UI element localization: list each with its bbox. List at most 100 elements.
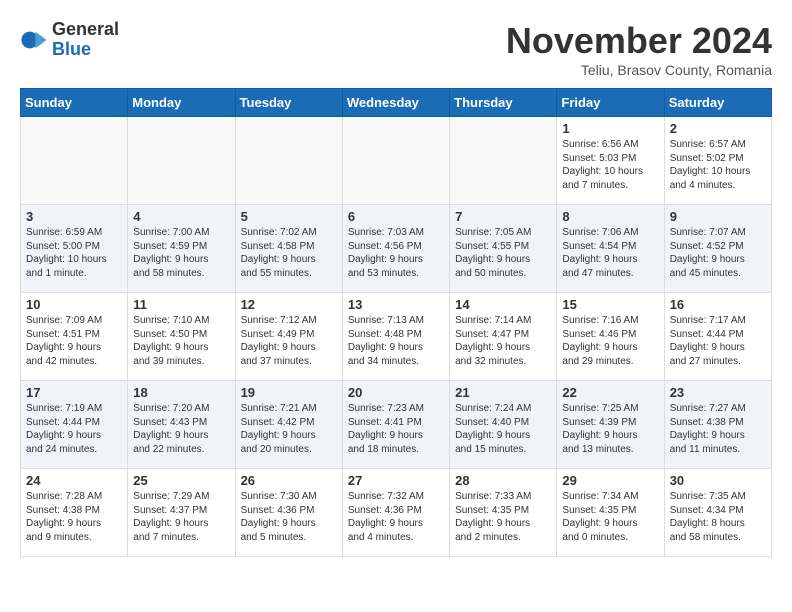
calendar-cell: 14Sunrise: 7:14 AM Sunset: 4:47 PM Dayli…	[450, 293, 557, 381]
calendar-cell: 18 Sunrise: 7:20 AM Sunset: 4:43 PM Dayli…	[128, 381, 235, 469]
logo-icon	[20, 26, 48, 54]
day-info: Sunrise: 7:00 AM Sunset: 4:59 PM Dayligh…	[133, 226, 229, 280]
calendar-cell: 9 Sunrise: 7:07 AM Sunset: 4:52 PM Daylig…	[664, 205, 771, 293]
day-info: Sunrise: 6:59 AM Sunset: 5:00 PM Dayligh…	[26, 226, 122, 280]
calendar-row: 17Sunrise: 7:19 AM Sunset: 4:44 PM Dayli…	[21, 381, 772, 469]
location-text: Teliu, Brasov County, Romania	[506, 62, 772, 78]
calendar-cell: 28Sunrise: 7:33 AM Sunset: 4:35 PM Dayli…	[450, 469, 557, 557]
calendar-cell: 6 Sunrise: 7:03 AM Sunset: 4:56 PM Daylig…	[342, 205, 449, 293]
day-info: Sunrise: 7:16 AM Sunset: 4:46 PM Dayligh…	[562, 314, 658, 368]
day-info: Sunrise: 7:13 AM Sunset: 4:48 PM Dayligh…	[348, 314, 444, 368]
day-number: 23	[670, 385, 766, 400]
day-info: Sunrise: 7:23 AM Sunset: 4:41 PM Dayligh…	[348, 402, 444, 456]
day-number: 28	[455, 473, 551, 488]
day-number: 18	[133, 385, 229, 400]
day-info: Sunrise: 7:35 AM Sunset: 4:34 PM Dayligh…	[670, 490, 766, 544]
day-number: 6	[348, 209, 444, 224]
calendar-cell: 17Sunrise: 7:19 AM Sunset: 4:44 PM Dayli…	[21, 381, 128, 469]
day-info: Sunrise: 7:14 AM Sunset: 4:47 PM Dayligh…	[455, 314, 551, 368]
calendar-row: 10 Sunrise: 7:09 AM Sunset: 4:51 PM Dayli…	[21, 293, 772, 381]
calendar-weekday-header: Saturday	[664, 89, 771, 117]
day-number: 30	[670, 473, 766, 488]
calendar-row: 1 Sunrise: 6:56 AM Sunset: 5:03 PM Daylig…	[21, 117, 772, 205]
day-number: 20	[348, 385, 444, 400]
calendar-cell: 25Sunrise: 7:29 AM Sunset: 4:37 PM Dayli…	[128, 469, 235, 557]
day-info: Sunrise: 7:34 AM Sunset: 4:35 PM Dayligh…	[562, 490, 658, 544]
day-info: Sunrise: 7:07 AM Sunset: 4:52 PM Dayligh…	[670, 226, 766, 280]
calendar-cell: 24 Sunrise: 7:28 AM Sunset: 4:38 PM Dayli…	[21, 469, 128, 557]
calendar-weekday-header: Sunday	[21, 89, 128, 117]
calendar-cell	[235, 117, 342, 205]
day-info: Sunrise: 7:03 AM Sunset: 4:56 PM Dayligh…	[348, 226, 444, 280]
day-number: 27	[348, 473, 444, 488]
day-number: 24	[26, 473, 122, 488]
day-number: 17	[26, 385, 122, 400]
day-info: Sunrise: 6:56 AM Sunset: 5:03 PM Dayligh…	[562, 138, 658, 192]
day-info: Sunrise: 7:05 AM Sunset: 4:55 PM Dayligh…	[455, 226, 551, 280]
day-number: 1	[562, 121, 658, 136]
day-info: Sunrise: 7:20 AM Sunset: 4:43 PM Dayligh…	[133, 402, 229, 456]
day-number: 13	[348, 297, 444, 312]
calendar-cell: 15 Sunrise: 7:16 AM Sunset: 4:46 PM Dayli…	[557, 293, 664, 381]
day-info: Sunrise: 7:10 AM Sunset: 4:50 PM Dayligh…	[133, 314, 229, 368]
day-info: Sunrise: 7:24 AM Sunset: 4:40 PM Dayligh…	[455, 402, 551, 456]
calendar-cell	[128, 117, 235, 205]
calendar-cell: 8Sunrise: 7:06 AM Sunset: 4:54 PM Daylig…	[557, 205, 664, 293]
logo-general-text: General	[52, 20, 119, 40]
day-number: 8	[562, 209, 658, 224]
calendar-cell: 16Sunrise: 7:17 AM Sunset: 4:44 PM Dayli…	[664, 293, 771, 381]
calendar-weekday-header: Friday	[557, 89, 664, 117]
day-info: Sunrise: 7:28 AM Sunset: 4:38 PM Dayligh…	[26, 490, 122, 544]
day-number: 29	[562, 473, 658, 488]
calendar-row: 24 Sunrise: 7:28 AM Sunset: 4:38 PM Dayli…	[21, 469, 772, 557]
logo-text: General Blue	[52, 20, 119, 60]
calendar-cell: 3 Sunrise: 6:59 AM Sunset: 5:00 PM Daylig…	[21, 205, 128, 293]
calendar-cell: 29 Sunrise: 7:34 AM Sunset: 4:35 PM Dayli…	[557, 469, 664, 557]
calendar-cell: 19 Sunrise: 7:21 AM Sunset: 4:42 PM Dayli…	[235, 381, 342, 469]
day-info: Sunrise: 7:09 AM Sunset: 4:51 PM Dayligh…	[26, 314, 122, 368]
calendar-table: SundayMondayTuesdayWednesdayThursdayFrid…	[20, 88, 772, 557]
calendar-row: 3 Sunrise: 6:59 AM Sunset: 5:00 PM Daylig…	[21, 205, 772, 293]
title-section: November 2024 Teliu, Brasov County, Roma…	[506, 20, 772, 78]
calendar-cell: 27 Sunrise: 7:32 AM Sunset: 4:36 PM Dayli…	[342, 469, 449, 557]
calendar-cell: 2Sunrise: 6:57 AM Sunset: 5:02 PM Daylig…	[664, 117, 771, 205]
calendar-weekday-header: Thursday	[450, 89, 557, 117]
calendar-cell: 7 Sunrise: 7:05 AM Sunset: 4:55 PM Daylig…	[450, 205, 557, 293]
calendar-cell: 5 Sunrise: 7:02 AM Sunset: 4:58 PM Daylig…	[235, 205, 342, 293]
day-number: 26	[241, 473, 337, 488]
day-number: 11	[133, 297, 229, 312]
calendar-cell	[450, 117, 557, 205]
calendar-cell	[21, 117, 128, 205]
calendar-cell: 4 Sunrise: 7:00 AM Sunset: 4:59 PM Daylig…	[128, 205, 235, 293]
day-number: 19	[241, 385, 337, 400]
calendar-cell: 13 Sunrise: 7:13 AM Sunset: 4:48 PM Dayli…	[342, 293, 449, 381]
calendar-weekday-header: Monday	[128, 89, 235, 117]
logo-blue-text: Blue	[52, 40, 119, 60]
day-info: Sunrise: 7:32 AM Sunset: 4:36 PM Dayligh…	[348, 490, 444, 544]
calendar-cell: 10 Sunrise: 7:09 AM Sunset: 4:51 PM Dayli…	[21, 293, 128, 381]
day-number: 5	[241, 209, 337, 224]
calendar-cell: 22Sunrise: 7:25 AM Sunset: 4:39 PM Dayli…	[557, 381, 664, 469]
calendar-cell: 1 Sunrise: 6:56 AM Sunset: 5:03 PM Daylig…	[557, 117, 664, 205]
day-info: Sunrise: 7:29 AM Sunset: 4:37 PM Dayligh…	[133, 490, 229, 544]
day-number: 7	[455, 209, 551, 224]
day-info: Sunrise: 7:12 AM Sunset: 4:49 PM Dayligh…	[241, 314, 337, 368]
calendar-cell: 30 Sunrise: 7:35 AM Sunset: 4:34 PM Dayli…	[664, 469, 771, 557]
calendar-header-row: SundayMondayTuesdayWednesdayThursdayFrid…	[21, 89, 772, 117]
calendar-cell: 20 Sunrise: 7:23 AM Sunset: 4:41 PM Dayli…	[342, 381, 449, 469]
calendar-weekday-header: Wednesday	[342, 89, 449, 117]
month-title: November 2024	[506, 20, 772, 62]
day-number: 16	[670, 297, 766, 312]
day-number: 3	[26, 209, 122, 224]
day-number: 9	[670, 209, 766, 224]
calendar-cell: 23Sunrise: 7:27 AM Sunset: 4:38 PM Dayli…	[664, 381, 771, 469]
day-info: Sunrise: 7:02 AM Sunset: 4:58 PM Dayligh…	[241, 226, 337, 280]
calendar-weekday-header: Tuesday	[235, 89, 342, 117]
day-number: 15	[562, 297, 658, 312]
calendar-cell	[342, 117, 449, 205]
day-number: 10	[26, 297, 122, 312]
day-info: Sunrise: 7:21 AM Sunset: 4:42 PM Dayligh…	[241, 402, 337, 456]
calendar-cell: 21Sunrise: 7:24 AM Sunset: 4:40 PM Dayli…	[450, 381, 557, 469]
day-number: 2	[670, 121, 766, 136]
day-number: 4	[133, 209, 229, 224]
